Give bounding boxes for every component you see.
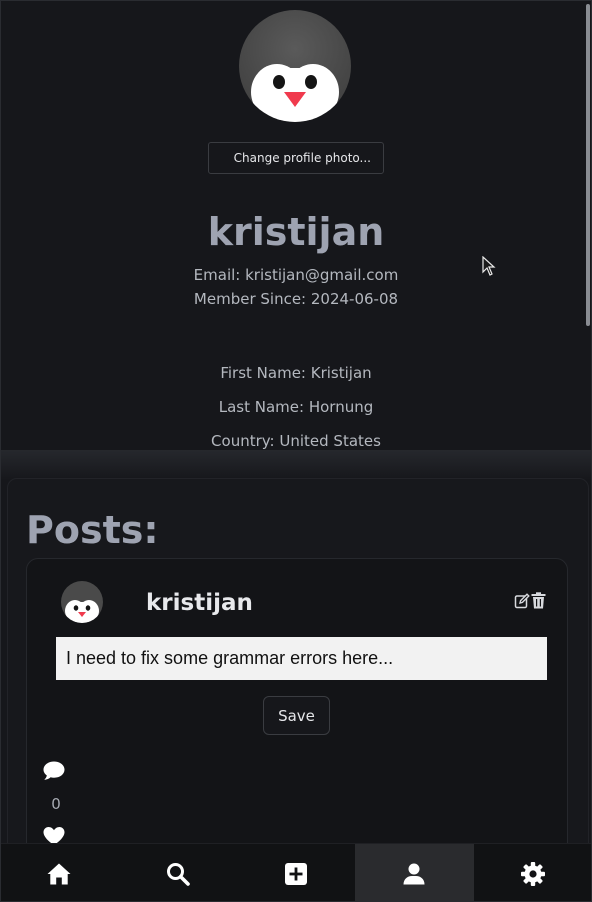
posts-heading: Posts: <box>26 508 159 552</box>
search-icon <box>166 862 190 886</box>
first-name-text: First Name: Kristijan <box>220 364 372 382</box>
profile-username: kristijan <box>207 210 385 254</box>
nav-profile[interactable] <box>355 844 474 902</box>
last-name-text: Last Name: Hornung <box>218 398 374 416</box>
add-post-icon <box>285 862 308 885</box>
bottom-navigation <box>0 843 592 902</box>
trash-icon[interactable] <box>531 592 546 609</box>
mouse-cursor-icon <box>482 256 496 276</box>
email-text: Email: kristijan@gmail.com <box>193 266 399 284</box>
profile-icon <box>403 863 425 884</box>
country-text: Country: United States <box>211 432 381 450</box>
comment-icon[interactable] <box>42 760 66 782</box>
scrollbar[interactable] <box>586 4 590 326</box>
section-divider <box>0 450 592 480</box>
nav-search[interactable] <box>118 844 236 902</box>
penguin-avatar-icon <box>65 600 99 623</box>
post-edit-input[interactable] <box>56 637 547 680</box>
profile-avatar <box>239 10 351 122</box>
post-author-name[interactable]: kristijan <box>146 590 253 616</box>
profile-page: Change profile photo... kristijan Email:… <box>0 0 592 902</box>
settings-icon <box>520 861 545 886</box>
comment-count: 0 <box>51 795 61 813</box>
home-icon <box>47 863 71 884</box>
nav-settings[interactable] <box>474 844 592 902</box>
nav-home[interactable] <box>0 844 118 902</box>
post-author-avatar <box>61 581 103 623</box>
penguin-avatar-icon <box>251 64 339 122</box>
edit-icon[interactable] <box>514 593 530 609</box>
save-button[interactable]: Save <box>263 696 330 735</box>
change-profile-photo-button[interactable]: Change profile photo... <box>208 142 384 174</box>
nav-add-post[interactable] <box>237 844 355 902</box>
member-since-text: Member Since: 2024-06-08 <box>193 290 399 308</box>
